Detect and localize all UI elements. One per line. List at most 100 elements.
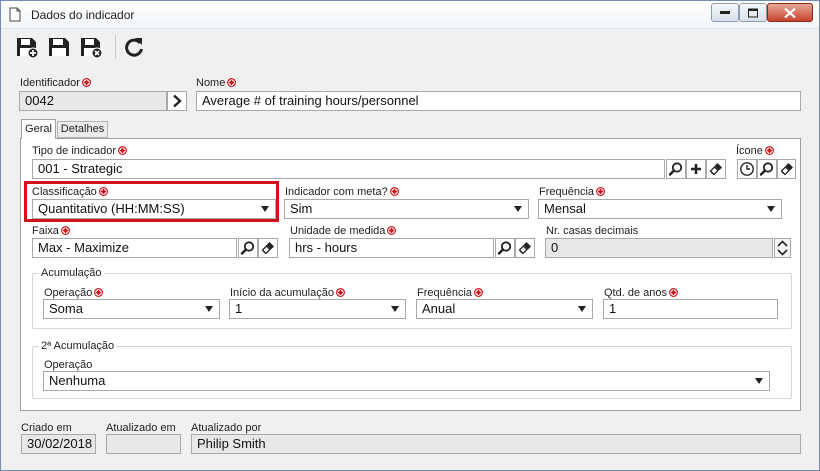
- frequencia-select[interactable]: Mensal: [538, 199, 782, 219]
- document-icon: [9, 7, 21, 22]
- chevron-down-icon: [514, 206, 522, 212]
- tipo-add-button[interactable]: [686, 159, 706, 179]
- identificador-navigate-button[interactable]: [167, 91, 187, 111]
- save-button[interactable]: [47, 35, 71, 59]
- indicador-meta-label: Indicador com meta?: [285, 186, 399, 198]
- tab-detalhes[interactable]: Detalhes: [57, 121, 108, 138]
- required-icon: [390, 187, 399, 196]
- required-icon: [336, 288, 345, 297]
- classificacao-select[interactable]: Quantitativo (HH:MM:SS): [32, 199, 276, 219]
- save-icon: [49, 38, 69, 56]
- search-icon: [240, 240, 256, 256]
- chevron-right-icon: [173, 94, 182, 108]
- tipo-indicador-label: Tipo de indicador: [32, 145, 127, 157]
- casas-decimais-field[interactable]: 0: [545, 238, 773, 258]
- faixa-search-button[interactable]: [238, 238, 258, 258]
- casas-decimais-stepper[interactable]: [774, 238, 791, 258]
- acum-frequencia-label: Frequência: [417, 287, 483, 299]
- search-icon: [759, 161, 775, 177]
- unidade-medida-label: Unidade de medida: [290, 225, 396, 237]
- clock-icon: [739, 161, 755, 177]
- clear-icon: [260, 240, 276, 256]
- atualizado-em-label: Atualizado em: [106, 422, 176, 434]
- criado-em-label: Criado em: [21, 422, 72, 434]
- toolbar: [1, 29, 819, 65]
- chevron-down-icon: [205, 306, 213, 312]
- acum-frequencia-select[interactable]: Anual: [416, 299, 593, 319]
- icone-search-button[interactable]: [757, 159, 777, 179]
- clear-icon: [517, 240, 533, 256]
- atualizado-em-field: [106, 434, 181, 454]
- acumulacao-legend: Acumulação: [39, 267, 104, 279]
- acum2-operacao-select[interactable]: Nenhuma: [43, 371, 770, 391]
- acumulacao2-legend: 2ª Acumulação: [39, 340, 117, 352]
- indicador-meta-select[interactable]: Sim: [284, 199, 529, 219]
- close-button[interactable]: [767, 3, 813, 22]
- faixa-field[interactable]: Max - Maximize: [32, 238, 237, 258]
- acum-operacao-select[interactable]: Soma: [43, 299, 220, 319]
- stepper-arrows-icon: [777, 240, 788, 256]
- save-new-button[interactable]: [15, 35, 39, 59]
- maximize-button[interactable]: [739, 3, 767, 22]
- required-icon: [99, 187, 108, 196]
- required-icon: [227, 78, 236, 87]
- clear-icon: [779, 161, 795, 177]
- toolbar-separator: [115, 35, 116, 59]
- tab-geral[interactable]: Geral: [21, 119, 56, 139]
- required-icon: [82, 78, 91, 87]
- title-bar[interactable]: Dados do indicador: [1, 1, 819, 29]
- refresh-icon: [125, 38, 143, 57]
- atualizado-por-label: Atualizado por: [191, 422, 262, 434]
- minimize-icon: [720, 10, 730, 14]
- unidade-clear-button[interactable]: [515, 238, 535, 258]
- icone-clear-button[interactable]: [777, 159, 796, 179]
- unidade-medida-field[interactable]: hrs - hours: [289, 238, 494, 258]
- atualizado-por-field: Philip Smith: [191, 434, 801, 454]
- tipo-search-button[interactable]: [666, 159, 686, 179]
- search-icon: [497, 240, 513, 256]
- chevron-down-icon: [767, 206, 775, 212]
- chevron-down-icon: [755, 378, 763, 384]
- save-new-icon: [17, 38, 39, 59]
- frequencia-label: Frequência: [539, 186, 605, 198]
- chevron-down-icon: [578, 306, 586, 312]
- chevron-down-icon: [391, 306, 399, 312]
- required-icon: [765, 146, 774, 155]
- nome-label: Nome: [196, 77, 236, 89]
- criado-em-field: 30/02/2018: [21, 434, 96, 454]
- icone-selected-button[interactable]: [737, 159, 757, 179]
- refresh-button[interactable]: [122, 35, 146, 59]
- casas-decimais-label: Nr. casas decimais: [546, 225, 639, 237]
- search-icon: [668, 161, 684, 177]
- unidade-search-button[interactable]: [495, 238, 515, 258]
- plus-icon: [688, 161, 704, 177]
- identificador-field[interactable]: 0042: [19, 91, 167, 111]
- identificador-label: Identificador: [20, 77, 91, 89]
- required-icon: [387, 226, 396, 235]
- acum2-operacao-label: Operação: [44, 359, 93, 371]
- faixa-clear-button[interactable]: [258, 238, 278, 258]
- required-icon: [474, 288, 483, 297]
- acum-operacao-label: Operação: [44, 287, 103, 299]
- save-close-icon: [81, 38, 103, 59]
- required-icon: [669, 288, 678, 297]
- clear-icon: [708, 161, 724, 177]
- nome-input[interactable]: Average # of training hours/personnel: [196, 91, 801, 111]
- required-icon: [118, 146, 127, 155]
- save-close-button[interactable]: [79, 35, 103, 59]
- required-icon: [596, 187, 605, 196]
- required-icon: [61, 226, 70, 235]
- close-icon: [784, 7, 796, 18]
- acum-inicio-label: Início da acumulação: [230, 287, 345, 299]
- acum-qtd-anos-label: Qtd. de anos: [604, 287, 678, 299]
- faixa-label: Faixa: [32, 225, 70, 237]
- tipo-clear-button[interactable]: [706, 159, 726, 179]
- acum-qtd-anos-input[interactable]: 1: [603, 299, 778, 319]
- chevron-down-icon: [261, 206, 269, 212]
- acum-inicio-select[interactable]: 1: [229, 299, 406, 319]
- required-icon: [94, 288, 103, 297]
- icone-label: Ícone: [736, 145, 774, 157]
- tipo-indicador-field[interactable]: 001 - Strategic: [32, 159, 665, 179]
- classificacao-label: Classificação: [32, 186, 108, 198]
- minimize-button[interactable]: [711, 3, 739, 22]
